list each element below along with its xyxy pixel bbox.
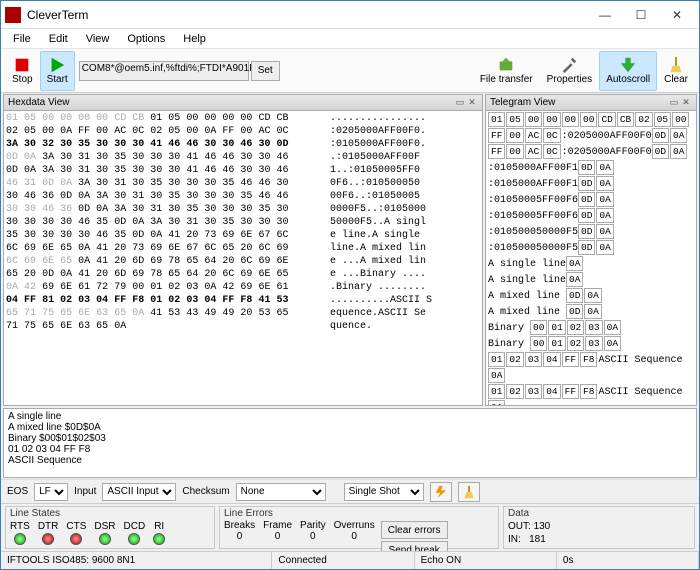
minimize-button[interactable]: — bbox=[587, 3, 623, 27]
checksum-select[interactable]: None bbox=[236, 483, 326, 501]
input-textarea[interactable]: A single line A mixed line $0D$0A Binary… bbox=[3, 408, 697, 478]
led-rts[interactable]: RTS bbox=[10, 521, 30, 545]
file-transfer-button[interactable]: File transfer bbox=[473, 51, 540, 91]
telegram-body[interactable]: 010500000000CDCB020500FF00AC0C:0205000AF… bbox=[486, 111, 696, 405]
clear-button[interactable]: Clear bbox=[657, 51, 695, 91]
err-frame: Frame0 bbox=[263, 520, 292, 542]
menu-options[interactable]: Options bbox=[119, 31, 173, 47]
clear-input-button[interactable] bbox=[458, 482, 480, 502]
hexdata-view-panel: Hexdata View ▭ ✕ 01 05 00 00 00 00 CD CB… bbox=[3, 94, 483, 406]
status-panel: Line States RTSDTRCTSDSRDCDRI Line Error… bbox=[1, 503, 699, 551]
eos-label: EOS bbox=[7, 486, 28, 497]
broom-icon bbox=[667, 56, 685, 74]
status-echo: Echo ON bbox=[415, 552, 557, 569]
led-cts[interactable]: CTS bbox=[66, 521, 86, 545]
mode-select[interactable]: Single Shot bbox=[344, 483, 424, 501]
led-dcd[interactable]: DCD bbox=[124, 521, 146, 545]
checksum-label: Checksum bbox=[182, 486, 229, 497]
maximize-button[interactable]: ☐ bbox=[623, 3, 659, 27]
menu-edit[interactable]: Edit bbox=[41, 31, 76, 47]
options-bar: EOS LF Input ASCII Input Checksum None S… bbox=[1, 479, 699, 503]
autoscroll-button[interactable]: Autoscroll bbox=[599, 51, 657, 91]
app-icon bbox=[5, 7, 21, 23]
tel-title: Telegram View bbox=[490, 97, 555, 108]
data-out-value: 130 bbox=[534, 521, 551, 532]
menubar: File Edit View Options Help bbox=[1, 29, 699, 49]
broom-icon bbox=[462, 485, 476, 499]
led-dtr[interactable]: DTR bbox=[38, 521, 59, 545]
stop-button[interactable]: Stop bbox=[5, 51, 40, 91]
set-button[interactable]: Set bbox=[251, 61, 280, 81]
hex-title: Hexdata View bbox=[8, 97, 70, 108]
menu-view[interactable]: View bbox=[78, 31, 118, 47]
titlebar: CleverTerm — ☐ ✕ bbox=[1, 1, 699, 29]
lightning-icon bbox=[434, 485, 448, 499]
properties-button[interactable]: Properties bbox=[540, 51, 600, 91]
data-group: Data OUT: 130 IN: 181 bbox=[503, 506, 695, 549]
file-transfer-icon bbox=[497, 56, 515, 74]
err-breaks: Breaks0 bbox=[224, 520, 255, 542]
start-button[interactable]: Start bbox=[40, 51, 75, 91]
panel-float-icon[interactable]: ▭ bbox=[668, 97, 680, 109]
statusbar: IFTOOLS ISO485: 9600 8N1 Connected Echo … bbox=[1, 551, 699, 569]
status-time: 0s bbox=[557, 552, 699, 569]
status-connected: Connected bbox=[272, 552, 414, 569]
line-errors-group: Line Errors Breaks0Frame0Parity0Overruns… bbox=[219, 506, 499, 549]
play-icon bbox=[48, 56, 66, 74]
port-combo[interactable]: COM8*@oem5.inf,%ftdi%;FTDI*A901PM8E bbox=[79, 61, 249, 81]
data-in-value: 181 bbox=[529, 534, 546, 545]
err-overruns: Overruns0 bbox=[334, 520, 375, 542]
send-button[interactable] bbox=[430, 482, 452, 502]
led-ri[interactable]: RI bbox=[153, 521, 165, 545]
telegram-view-panel: Telegram View ▭ ✕ 010500000000CDCB020500… bbox=[485, 94, 697, 406]
close-button[interactable]: ✕ bbox=[659, 3, 695, 27]
input-label: Input bbox=[74, 486, 96, 497]
eos-select[interactable]: LF bbox=[34, 483, 68, 501]
wrench-icon bbox=[560, 56, 578, 74]
toolbar: Stop Start COM8*@oem5.inf,%ftdi%;FTDI*A9… bbox=[1, 49, 699, 93]
input-select[interactable]: ASCII Input bbox=[102, 483, 176, 501]
arrow-down-icon bbox=[619, 56, 637, 74]
window-title: CleverTerm bbox=[27, 8, 587, 22]
panel-float-icon[interactable]: ▭ bbox=[454, 97, 466, 109]
hex-body[interactable]: 01 05 00 00 00 00 CD CB 01 05 00 00 00 0… bbox=[4, 111, 482, 405]
line-states-group: Line States RTSDTRCTSDSRDCDRI bbox=[5, 506, 215, 549]
panel-close-icon[interactable]: ✕ bbox=[680, 97, 692, 109]
clear-errors-button[interactable]: Clear errors bbox=[381, 521, 448, 539]
led-dsr[interactable]: DSR bbox=[94, 521, 115, 545]
menu-file[interactable]: File bbox=[5, 31, 39, 47]
err-parity: Parity0 bbox=[300, 520, 326, 542]
menu-help[interactable]: Help bbox=[175, 31, 214, 47]
panel-close-icon[interactable]: ✕ bbox=[466, 97, 478, 109]
status-port: IFTOOLS ISO485: 9600 8N1 bbox=[1, 552, 272, 569]
stop-icon bbox=[13, 56, 31, 74]
